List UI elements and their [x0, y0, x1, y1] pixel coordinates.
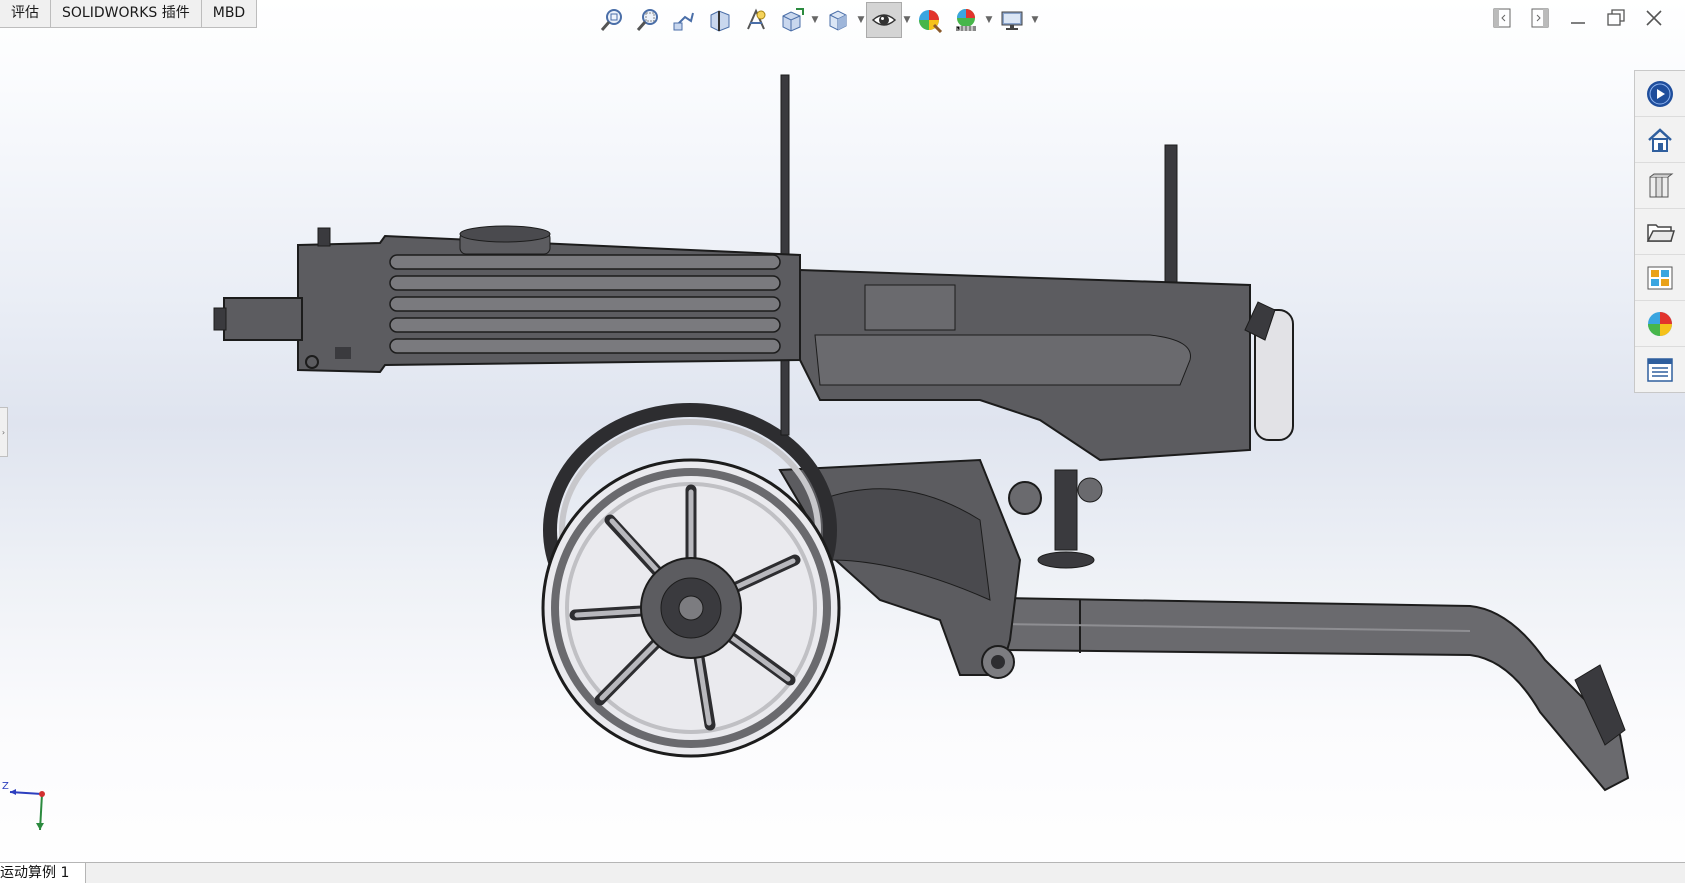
triad-z-label: Z	[2, 781, 9, 792]
maxim-gun-model	[213, 74, 1630, 792]
tab-motion-study-1[interactable]: 运动算例 1	[0, 863, 87, 883]
reference-triad: Z	[2, 781, 45, 831]
bottom-tab-bar: 运动算例 1	[0, 862, 1685, 883]
model-viewport[interactable]	[0, 0, 1685, 883]
